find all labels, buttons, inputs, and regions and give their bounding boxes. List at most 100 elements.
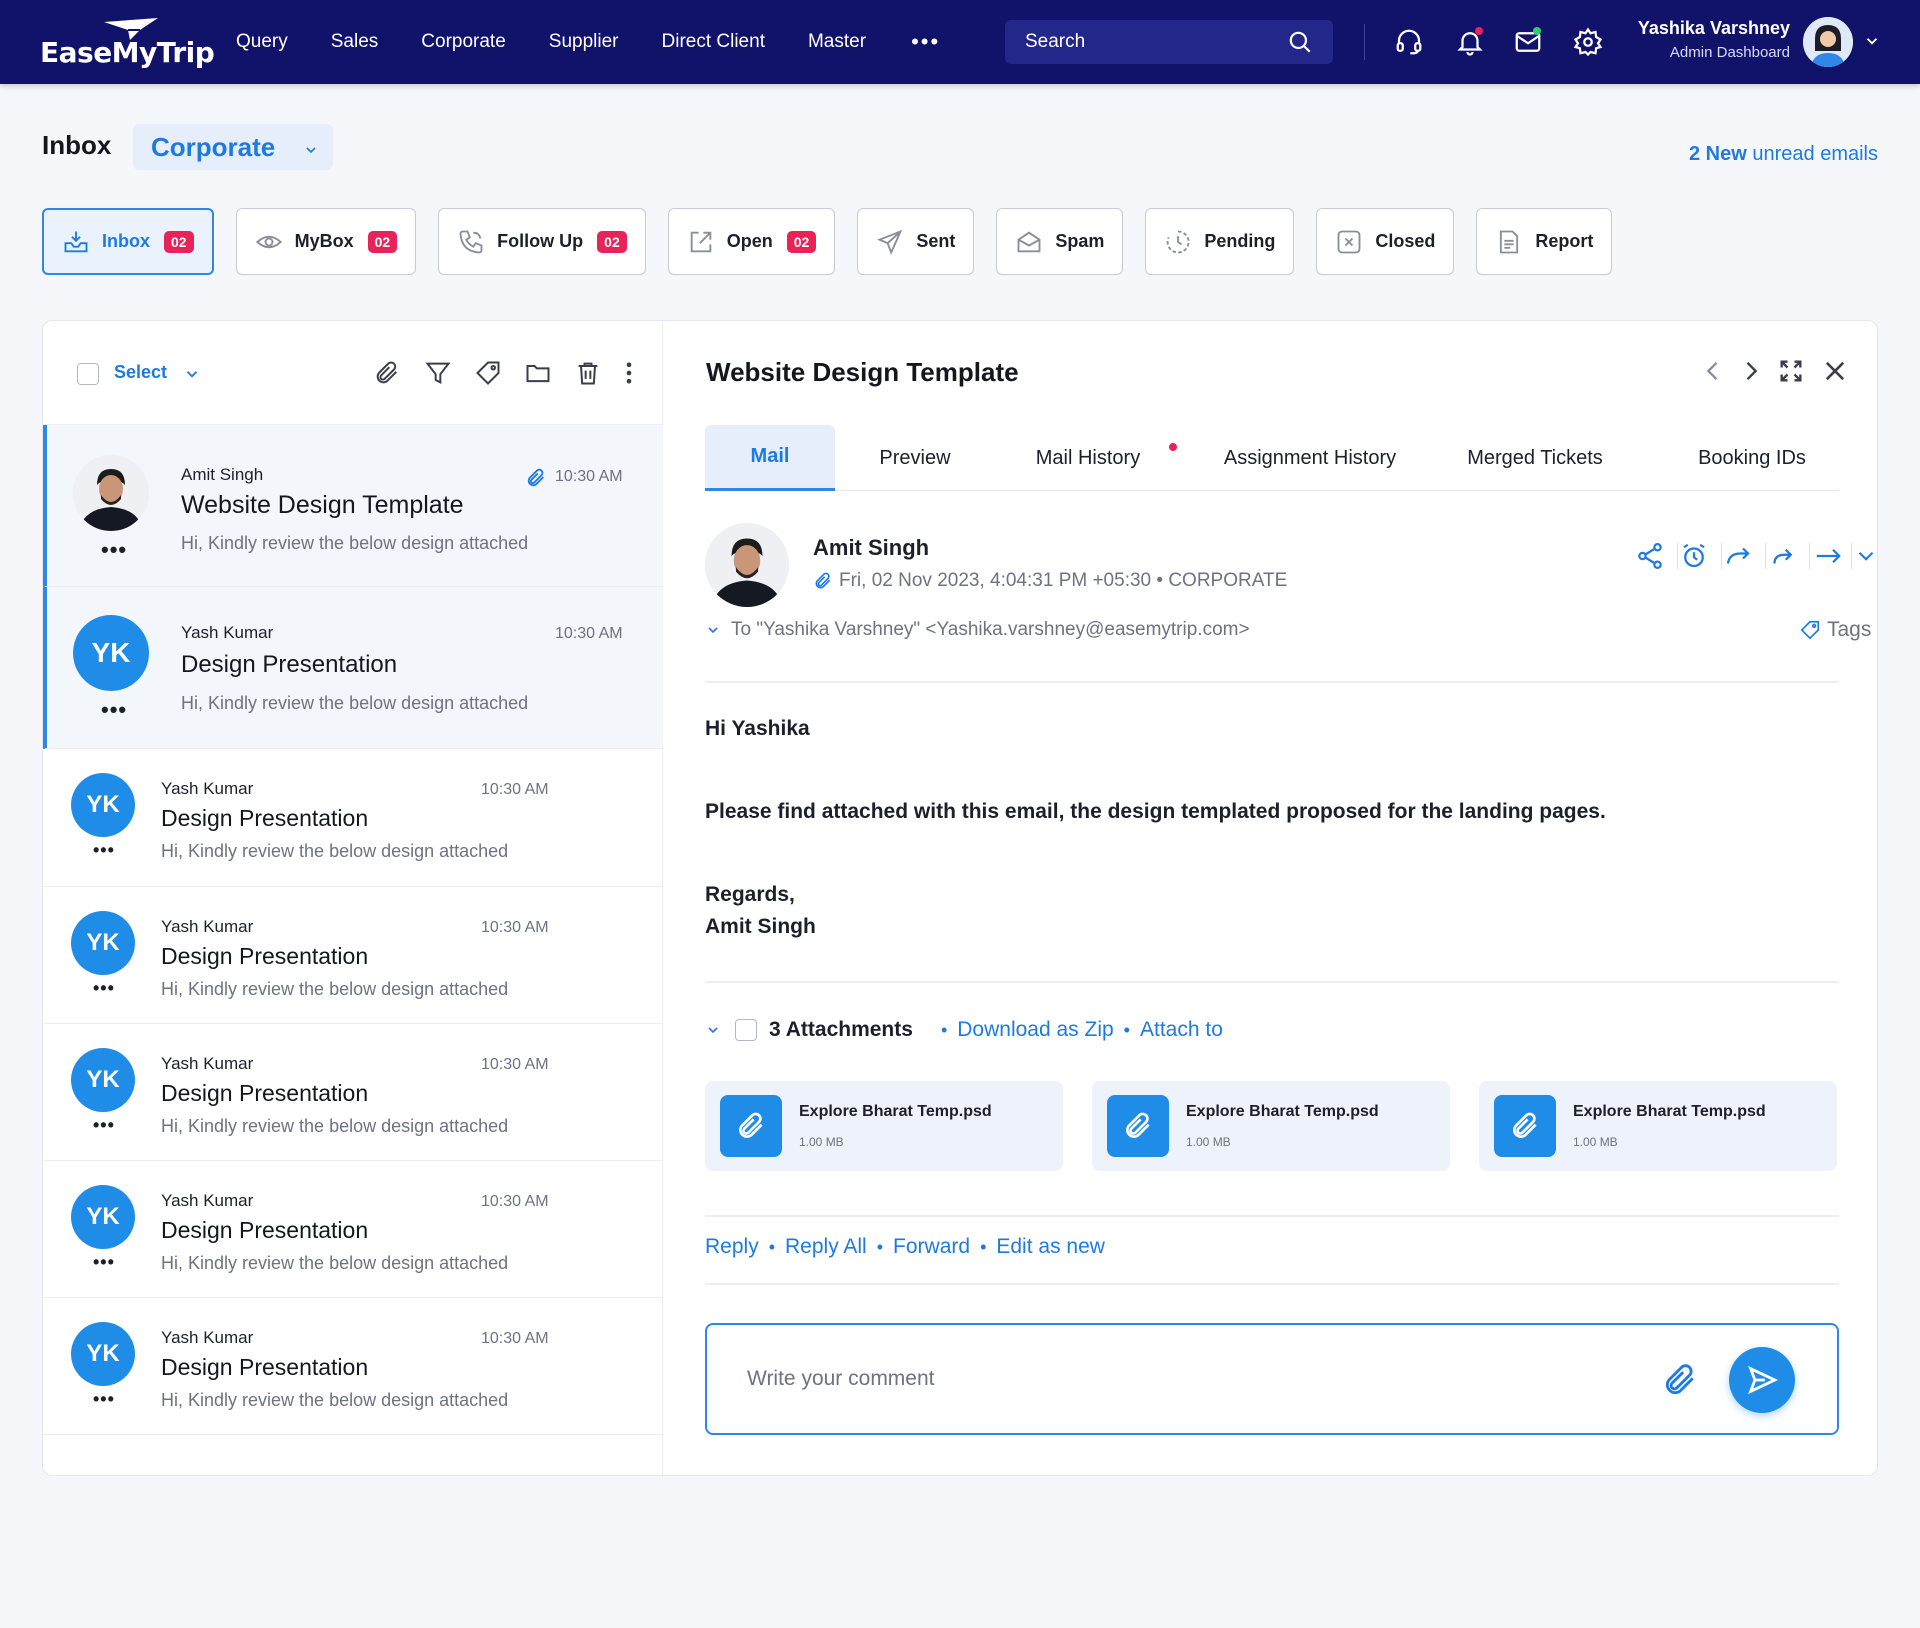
more-options-icon[interactable]: •••	[101, 699, 127, 721]
more-options-icon[interactable]: •••	[101, 539, 127, 561]
attachment-card[interactable]: Explore Bharat Temp.psd 1.00 MB	[705, 1081, 1063, 1171]
user-info[interactable]: Yashika Varshney Admin Dashboard	[1590, 18, 1790, 61]
share-icon[interactable]	[1635, 541, 1665, 571]
edit-as-new-link[interactable]: Edit as new	[996, 1235, 1105, 1259]
nav-item-corporate[interactable]: Corporate	[421, 31, 506, 53]
sender-date-folder: Fri, 02 Nov 2023, 4:04:31 PM +05:30 • CO…	[839, 570, 1288, 591]
email-preview: Hi, Kindly review the below design attac…	[161, 1390, 509, 1410]
search-icon[interactable]	[1287, 29, 1313, 55]
notification-bell-icon[interactable]	[1455, 27, 1485, 57]
attachment-card[interactable]: Explore Bharat Temp.psd 1.00 MB	[1092, 1081, 1450, 1171]
tab-follow-up[interactable]: Follow Up 02	[438, 208, 646, 275]
tab-spam[interactable]: Spam	[996, 208, 1124, 275]
tags-label: Tags	[1827, 618, 1872, 641]
email-list-item[interactable]: YK ••• Yash Kumar 10:30 AM Design Presen…	[43, 1161, 663, 1298]
more-options-icon[interactable]: •••	[93, 1253, 115, 1271]
headset-icon[interactable]	[1394, 27, 1424, 57]
tab-label: Spam	[1055, 231, 1105, 251]
more-options-icon[interactable]: •••	[93, 841, 115, 859]
search-input[interactable]	[1025, 31, 1287, 53]
send-comment-button[interactable]	[1729, 1347, 1795, 1413]
unread-emails-link[interactable]: 2 New unread emails	[1689, 143, 1878, 166]
attachment-name: Explore Bharat Temp.psd	[1186, 1103, 1379, 1120]
easemytrip-logo[interactable]: EaseMyTrip	[40, 16, 215, 72]
email-list-item[interactable]: YK ••• Yash Kumar 10:30 AM Design Presen…	[43, 749, 663, 887]
more-options-icon[interactable]: •••	[93, 1390, 115, 1408]
close-icon[interactable]	[1821, 357, 1849, 385]
forward-icon[interactable]	[1767, 541, 1797, 571]
chevron-down-icon	[306, 147, 316, 154]
tab-inbox[interactable]: Inbox 02	[42, 208, 214, 275]
email-list-item[interactable]: YK ••• Yash Kumar 10:30 AM Design Presen…	[43, 1024, 663, 1161]
reply-all-link[interactable]: Reply All	[785, 1235, 867, 1259]
tab-mail[interactable]: Mail	[705, 425, 835, 491]
tab-report[interactable]: Report	[1476, 208, 1613, 275]
alarm-clock-icon[interactable]	[1679, 541, 1709, 571]
attachment-icon[interactable]	[373, 359, 401, 387]
nav-item-master[interactable]: Master	[808, 31, 866, 53]
email-preview: Hi, Kindly review the below design attac…	[161, 841, 509, 861]
attachments-checkbox[interactable]	[735, 1019, 757, 1041]
sender-meta: Fri, 02 Nov 2023, 4:04:31 PM +05:30 • CO…	[813, 570, 1287, 592]
tab-closed[interactable]: Closed	[1316, 208, 1455, 275]
email-list-item[interactable]: YK ••• Yash Kumar 10:30 AM Design Presen…	[43, 887, 663, 1024]
tab-assignment-history[interactable]: Assignment History	[1195, 425, 1425, 491]
user-avatar[interactable]	[1803, 17, 1853, 67]
nav-item-direct-client[interactable]: Direct Client	[662, 31, 765, 53]
more-options-icon[interactable]: •••	[93, 1116, 115, 1134]
nav-item-sales[interactable]: Sales	[331, 31, 379, 53]
download-zip-link[interactable]: Download as Zip	[957, 1018, 1113, 1042]
attachment-card[interactable]: Explore Bharat Temp.psd 1.00 MB	[1479, 1081, 1837, 1171]
tab-open[interactable]: Open 02	[667, 208, 836, 275]
arrow-right-icon[interactable]	[1813, 541, 1843, 571]
recipient-text: To "Yashika Varshney" <Yashika.varshney@…	[731, 619, 1250, 640]
email-list-item[interactable]: ••• Amit Singh 10:30 AM Website Design T…	[43, 425, 663, 587]
filter-icon[interactable]	[424, 359, 452, 387]
more-options-icon[interactable]: •••	[93, 979, 115, 997]
reply-all-icon[interactable]	[1723, 541, 1753, 571]
recipient-line[interactable]: To "Yashika Varshney" <Yashika.varshney@…	[705, 619, 1250, 641]
comment-input[interactable]	[747, 1361, 1627, 1397]
tags-button[interactable]: Tags	[1799, 618, 1871, 642]
folder-icon[interactable]	[524, 359, 552, 387]
chevron-down-icon[interactable]	[183, 365, 201, 383]
email-list-item[interactable]: YK ••• Yash Kumar 10:30 AM Design Presen…	[43, 587, 663, 749]
expand-icon[interactable]	[1777, 357, 1805, 385]
mail-check-icon[interactable]	[1513, 27, 1543, 57]
forward-link[interactable]: Forward	[893, 1235, 970, 1259]
attachment-icon[interactable]	[1661, 1361, 1699, 1399]
tab-booking-ids[interactable]: Booking IDs	[1665, 425, 1839, 491]
nav-item-query[interactable]: Query	[236, 31, 288, 53]
folder-dropdown[interactable]: Corporate	[133, 124, 333, 170]
tag-icon[interactable]	[474, 359, 502, 387]
chevron-down-icon[interactable]	[1853, 541, 1879, 571]
tag-icon	[1800, 620, 1820, 640]
count-badge: 02	[164, 230, 194, 253]
chevron-down-icon[interactable]	[705, 1022, 721, 1038]
sender-initials-avatar: YK	[71, 1322, 135, 1386]
reply-link[interactable]: Reply	[705, 1235, 759, 1259]
select-label[interactable]: Select	[114, 362, 167, 383]
tab-mail-history[interactable]: Mail History	[1013, 425, 1177, 491]
next-email-icon[interactable]	[1737, 357, 1765, 385]
attach-to-link[interactable]: Attach to	[1140, 1018, 1223, 1042]
logo-text: EaseMyTrip	[40, 36, 215, 69]
send-icon	[877, 229, 903, 255]
email-sender: Amit Singh	[181, 465, 264, 484]
nav-more-button[interactable]: •••	[911, 29, 940, 55]
tab-preview[interactable]: Preview	[835, 425, 995, 491]
previous-email-icon[interactable]	[1699, 357, 1727, 385]
divider	[705, 981, 1839, 983]
tab-pending[interactable]: Pending	[1145, 208, 1295, 275]
email-preview: Hi, Kindly review the below design attac…	[181, 533, 529, 553]
trash-icon[interactable]	[574, 359, 602, 387]
user-menu-chevron-icon[interactable]	[1863, 32, 1881, 50]
tab-mybox[interactable]: MyBox 02	[235, 208, 417, 275]
more-vertical-icon[interactable]	[615, 359, 643, 387]
email-list-item[interactable]: YK ••• Yash Kumar 10:30 AM Design Presen…	[43, 1298, 663, 1435]
nav-item-supplier[interactable]: Supplier	[549, 31, 619, 53]
phone-icon	[459, 230, 483, 253]
select-all-checkbox[interactable]	[77, 363, 99, 385]
tab-merged-tickets[interactable]: Merged Tickets	[1445, 425, 1625, 491]
tab-sent[interactable]: Sent	[857, 208, 975, 275]
